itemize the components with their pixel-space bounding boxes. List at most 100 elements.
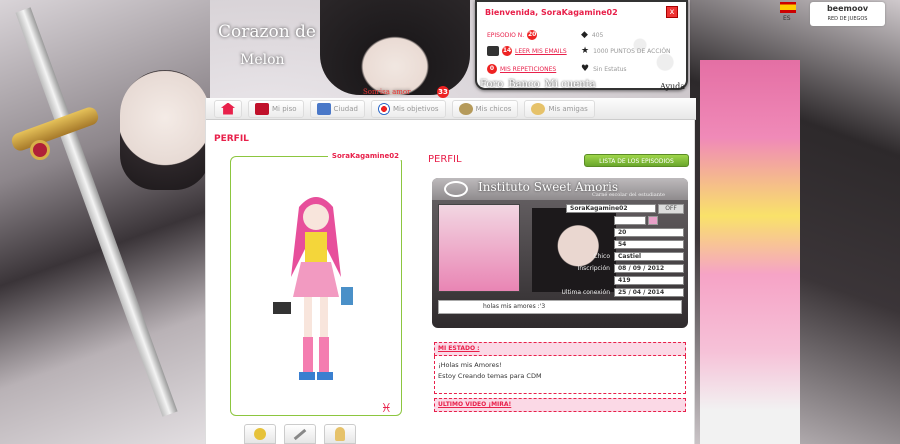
nav-label: Mis chicos bbox=[475, 104, 512, 113]
beemoov-logo-text: beemoov bbox=[826, 4, 869, 13]
tab-edit[interactable] bbox=[284, 424, 316, 444]
nav-home[interactable] bbox=[214, 99, 242, 118]
star-icon: ★ bbox=[581, 46, 590, 56]
avatar-username: SoraKagamine02 bbox=[327, 152, 403, 160]
heart-icon: ♥ bbox=[581, 64, 590, 74]
character-art-top bbox=[320, 0, 470, 95]
idcard-status: holas mis amores :'3 bbox=[438, 300, 682, 314]
mail-label: LEER MIS EMAILS bbox=[515, 47, 567, 55]
money-stat: ◆ 405 bbox=[581, 30, 603, 40]
episode-link[interactable]: EPISODIO N. 20 bbox=[487, 30, 538, 40]
user-panel: Bienvenida, SoraKagamine02 x EPISODIO N.… bbox=[475, 0, 688, 90]
girl-icon bbox=[531, 102, 546, 115]
status-line: Estoy Creando temas para CDM bbox=[438, 372, 542, 380]
idcard-last-connection: 25 / 04 / 2014 bbox=[614, 288, 684, 297]
profile-section-title: PERFIL bbox=[428, 154, 462, 165]
nav-label: Mi piso bbox=[272, 104, 297, 113]
replays-link[interactable]: 0 MIS REPETICIONES bbox=[487, 64, 556, 74]
close-button[interactable]: x bbox=[666, 6, 678, 18]
site-logo-line1[interactable]: Corazon de bbox=[218, 22, 316, 42]
pisces-icon: ♓ bbox=[381, 401, 392, 415]
bank-link[interactable]: Banco bbox=[508, 79, 539, 90]
page-title: PERFIL bbox=[214, 134, 249, 144]
idcard-label: Inscripción bbox=[577, 265, 610, 272]
site-logo-line2[interactable]: Melon bbox=[240, 52, 285, 68]
city-icon bbox=[316, 102, 331, 115]
my-account-link[interactable]: Mi cuenta bbox=[545, 79, 596, 90]
pencil-icon bbox=[293, 428, 307, 440]
episode-label: EPISODIO N. bbox=[487, 31, 525, 39]
nav-label: Ciudad bbox=[333, 104, 358, 113]
online-status-badge: OFF bbox=[658, 204, 684, 214]
status-header: MI ESTADO : bbox=[434, 342, 686, 356]
replays-label: MIS REPETICIONES bbox=[500, 65, 557, 73]
idcard-username: SoraKagamine02 bbox=[566, 204, 656, 213]
welcome-text: Bienvenida, SoraKagamine02 bbox=[485, 8, 618, 17]
status-body: ¡Holas mis Amores! Estoy Creando temas p… bbox=[434, 356, 686, 394]
beemoov-logo[interactable]: beemoov RED DE JUEGOS bbox=[810, 2, 885, 26]
tab-character[interactable] bbox=[324, 424, 356, 444]
idcard-field: 54 bbox=[614, 240, 684, 249]
account-links: Foro Banco Mi cuenta bbox=[480, 79, 596, 90]
tab-lock[interactable] bbox=[244, 424, 276, 444]
action-points-stat: ★ 1000 PUNTOS DE ACCIÓN bbox=[581, 46, 671, 56]
idcard-field: 20 bbox=[614, 228, 684, 237]
beemoov-logo-subtitle: RED DE JUEGOS bbox=[827, 16, 868, 22]
nav-label: Mis amigas bbox=[548, 104, 588, 113]
character-art-right bbox=[700, 60, 800, 444]
school-logo-icon bbox=[444, 181, 468, 197]
diamond-icon: ◆ bbox=[581, 30, 588, 40]
background-art-left bbox=[0, 0, 210, 444]
sword-illustration bbox=[15, 7, 178, 417]
help-link[interactable]: Ayuda bbox=[660, 82, 685, 91]
background-art-right bbox=[690, 0, 900, 444]
status-line: ¡Holas mis Amores! bbox=[438, 361, 502, 369]
idcard-label: Chico bbox=[593, 253, 610, 260]
idcard-subtitle: Carné escolar del estudiante bbox=[592, 192, 665, 198]
character-art-left bbox=[120, 70, 210, 190]
episodes-list-button[interactable]: LISTA DE LOS EPISODIOS bbox=[584, 154, 689, 167]
nav-mis-objetivos[interactable]: Mis objetivos bbox=[370, 99, 446, 118]
spain-flag-icon[interactable] bbox=[780, 2, 796, 13]
sofa-icon bbox=[255, 102, 269, 115]
idcard-field bbox=[614, 216, 646, 225]
quote-count-badge: 33 bbox=[437, 86, 449, 98]
main-content: Mi piso Ciudad Mis objetivos Mis chicos … bbox=[205, 98, 696, 444]
sword-guard-illustration bbox=[9, 105, 101, 153]
last-video-header[interactable]: ULTIMO VIDEO ¡MIRA! bbox=[434, 398, 686, 412]
love-value: Sin Estatus bbox=[593, 65, 627, 73]
language-label[interactable]: ES bbox=[783, 15, 791, 22]
target-icon bbox=[377, 102, 390, 115]
mail-icon bbox=[487, 46, 499, 56]
home-icon bbox=[221, 102, 235, 115]
action-points-value: 1000 PUNTOS DE ACCIÓN bbox=[593, 47, 671, 55]
gender-icon bbox=[648, 216, 658, 225]
nav-mis-chicos[interactable]: Mis chicos bbox=[451, 99, 519, 118]
avatar-card: SoraKagamine02 ♓ bbox=[230, 152, 403, 416]
student-id-card: Instituto Sweet Amoris Carné escolar del… bbox=[432, 178, 688, 328]
avatar-image bbox=[273, 197, 353, 380]
lock-icon bbox=[254, 428, 266, 440]
main-navbar: Mi piso Ciudad Mis objetivos Mis chicos … bbox=[206, 98, 696, 120]
character-icon bbox=[335, 427, 345, 441]
nav-ciudad[interactable]: Ciudad bbox=[309, 99, 365, 118]
money-value: 405 bbox=[591, 31, 604, 39]
mail-link[interactable]: 14 LEER MIS EMAILS bbox=[487, 46, 567, 56]
idcard-registration-date: 08 / 09 / 2012 bbox=[614, 264, 684, 273]
forum-link[interactable]: Foro bbox=[480, 79, 503, 90]
episode-number-badge: 20 bbox=[527, 30, 538, 40]
boy-icon bbox=[458, 102, 473, 115]
nav-mis-amigas[interactable]: Mis amigas bbox=[524, 99, 595, 118]
idcard-boy-photo bbox=[532, 208, 616, 292]
avatar-tabs bbox=[244, 424, 356, 444]
idcard-field: 419 bbox=[614, 276, 684, 285]
love-stat: ♥ Sin Estatus bbox=[581, 64, 627, 74]
mail-count-badge: 14 bbox=[502, 46, 512, 56]
idcard-header: Instituto Sweet Amoris Carné escolar del… bbox=[432, 178, 688, 200]
idcard-boy: Castiel bbox=[614, 252, 684, 261]
sword-gem-illustration bbox=[30, 140, 50, 160]
replays-count-badge: 0 bbox=[487, 64, 497, 74]
idcard-photo bbox=[438, 204, 520, 292]
nav-label: Mis objetivos bbox=[392, 104, 439, 113]
nav-mi-piso[interactable]: Mi piso bbox=[248, 99, 304, 118]
